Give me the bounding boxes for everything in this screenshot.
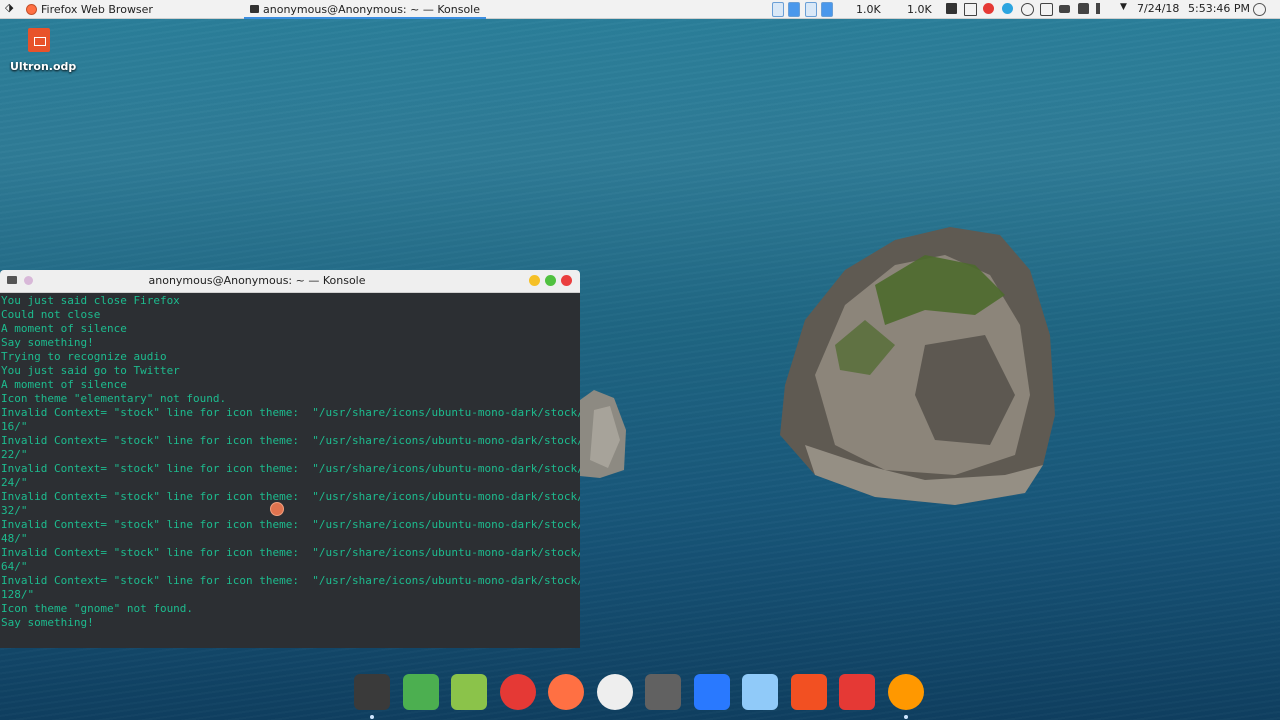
ubuntu-settings-icon[interactable] <box>887 674 924 710</box>
small-rock-image <box>580 390 626 478</box>
clipboard-icon[interactable] <box>964 3 977 16</box>
volume-icon[interactable] <box>1096 3 1111 14</box>
terminal-text: You just said close Firefox Could not clo… <box>0 293 580 630</box>
terminal-line: Invalid Context= "stock" line for icon t… <box>1 574 580 587</box>
lock-icon[interactable] <box>1078 3 1089 14</box>
rock-island-image <box>780 227 1055 505</box>
terminal-line: A moment of silence <box>1 378 127 391</box>
network-upload-rate: 1.0K <box>907 3 932 16</box>
writer-icon[interactable] <box>596 674 633 710</box>
dropdown-icon[interactable]: ▼ <box>1120 2 1127 12</box>
desktop-icon-ultron[interactable]: Ultron.odp <box>10 28 77 73</box>
mouse-cursor-highlight <box>270 502 284 516</box>
terminal-line: Invalid Context= "stock" line for icon t… <box>1 490 580 503</box>
terminal-line: You just said go to Twitter <box>1 364 180 377</box>
taskbar-item-label: anonymous@Anonymous: ~ — Konsole <box>263 2 480 16</box>
terminal-output[interactable]: You just said close Firefox Could not clo… <box>0 293 580 648</box>
terminal-line: Could not close <box>1 308 101 321</box>
taskbar-item-label: Firefox Web Browser <box>41 2 153 16</box>
power-icon[interactable] <box>1253 3 1266 16</box>
terminal-line: 64/" <box>1 560 28 573</box>
terminal-line: Invalid Context= "stock" line for icon t… <box>1 546 580 559</box>
desktop-icon-label: Ultron.odp <box>10 60 77 73</box>
terminal-line: 48/" <box>1 532 28 545</box>
window-title: anonymous@Anonymous: ~ — Konsole <box>148 274 366 287</box>
close-button[interactable] <box>561 275 572 286</box>
running-indicator <box>370 715 374 719</box>
firefox-icon <box>26 3 37 15</box>
terminal-line: Invalid Context= "stock" line for icon t… <box>1 518 580 531</box>
app-launcher-icon[interactable]: ⬗ <box>5 1 13 14</box>
terminal-line: 128/" <box>1 588 35 601</box>
screen-recorder-icon[interactable] <box>839 674 875 710</box>
terminal-line: Invalid Context= "stock" line for icon t… <box>1 462 580 475</box>
workspace-2[interactable] <box>788 2 800 17</box>
wifi-icon[interactable] <box>1040 3 1053 16</box>
terminal-line: Invalid Context= "stock" line for icon t… <box>1 434 580 447</box>
minimize-button[interactable] <box>529 275 540 286</box>
firefox-icon[interactable] <box>548 674 584 710</box>
terminal-line: 32/" <box>1 504 28 517</box>
archive-manager-icon[interactable] <box>451 674 487 710</box>
terminal-line: You just said close Firefox <box>1 294 180 307</box>
calculator-icon[interactable] <box>645 674 681 710</box>
gmail-notifier-icon[interactable] <box>983 3 994 14</box>
chrome-icon[interactable] <box>499 674 536 710</box>
dropbox-icon[interactable] <box>1021 3 1034 16</box>
clock-label: 5:53:46 PM <box>1188 2 1251 15</box>
dock <box>345 668 940 720</box>
terminal-line: 16/" <box>1 420 28 433</box>
telegram-icon[interactable] <box>1002 3 1013 14</box>
terminal-line: Icon theme "gnome" not found. <box>1 602 194 615</box>
konsole-icon <box>250 5 259 13</box>
terminal-line: 24/" <box>1 476 28 489</box>
presentation-file-icon <box>28 28 50 52</box>
running-indicator <box>903 715 908 719</box>
terminal-line: Trying to recognize audio <box>1 350 167 363</box>
terminal-line: Say something! <box>1 616 94 629</box>
workspace-3[interactable] <box>805 2 817 17</box>
battery-icon[interactable] <box>1059 5 1070 13</box>
window-titlebar[interactable]: anonymous@Anonymous: ~ — Konsole <box>0 270 580 293</box>
workspace-4[interactable] <box>821 2 833 17</box>
virtualbox-icon[interactable] <box>742 674 778 710</box>
network-download-rate: 1.0K <box>856 3 881 16</box>
terminal-line: A moment of silence <box>1 322 127 335</box>
workspace-1[interactable] <box>772 2 784 17</box>
terminal-line: Invalid Context= "stock" line for icon t… <box>1 406 580 419</box>
terminal-line: Say something! <box>1 336 94 349</box>
maximize-button[interactable] <box>545 275 556 286</box>
vscode-icon[interactable] <box>693 674 730 710</box>
taskbar-item-firefox[interactable]: Firefox Web Browser <box>20 1 159 17</box>
terminal-line: 22/" <box>1 448 28 461</box>
date-label: 7/24/18 <box>1137 2 1180 15</box>
screen-recorder-tray-icon[interactable] <box>946 3 957 14</box>
files-icon[interactable] <box>402 674 439 710</box>
konsole-window: anonymous@Anonymous: ~ — Konsole You jus… <box>0 270 580 648</box>
terminal-line: Icon theme "elementary" not found. <box>1 392 227 405</box>
top-panel: ⬗ Firefox Web Browser anonymous@Anonymou… <box>0 0 1280 19</box>
microsoft-icon[interactable] <box>790 674 827 710</box>
taskbar-item-konsole[interactable]: anonymous@Anonymous: ~ — Konsole <box>244 1 486 19</box>
terminal-icon[interactable] <box>354 674 390 710</box>
